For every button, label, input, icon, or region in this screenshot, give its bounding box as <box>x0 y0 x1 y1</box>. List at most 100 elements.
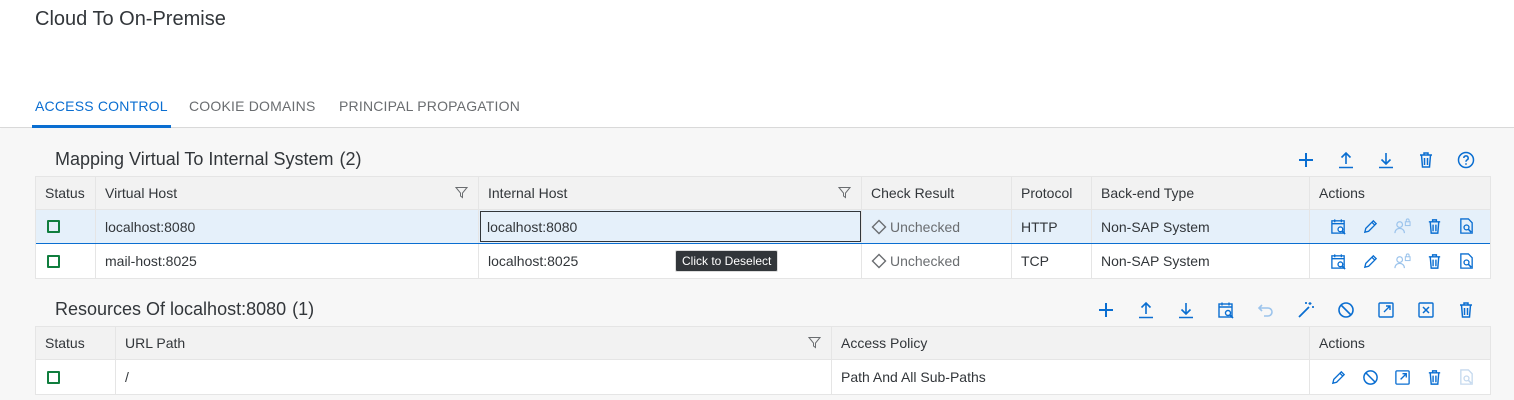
internal-host-cell[interactable]: localhost:8025 <box>479 244 862 278</box>
magic-wand-button[interactable] <box>1286 296 1326 324</box>
delete-icon <box>1426 369 1443 386</box>
tab-label: PRINCIPAL PROPAGATION <box>339 98 521 114</box>
table-header-row: Status URL Path Access Policy Actions <box>36 327 1490 360</box>
principal-button[interactable] <box>1386 249 1418 273</box>
column-header-label: Virtual Host <box>105 185 178 201</box>
status-cell <box>36 360 116 394</box>
column-header-protocol[interactable]: Protocol <box>1012 177 1092 209</box>
delete-button[interactable] <box>1418 365 1450 389</box>
undo-button[interactable] <box>1246 296 1286 324</box>
mapping-title-text: Mapping Virtual To Internal System <box>55 149 334 169</box>
help-button[interactable] <box>1446 146 1486 174</box>
tab-access-control[interactable]: ACCESS CONTROL <box>32 98 171 128</box>
principal-button[interactable] <box>1386 215 1418 239</box>
edit-icon <box>1330 369 1347 386</box>
column-header-backend-type[interactable]: Back-end Type <box>1092 177 1310 209</box>
column-header-status[interactable]: Status <box>36 177 96 209</box>
import-resources-button[interactable] <box>1126 296 1166 324</box>
disable-button[interactable] <box>1326 296 1366 324</box>
delete-button[interactable] <box>1418 249 1450 273</box>
row-actions <box>1310 244 1490 278</box>
check-availability-icon <box>1330 253 1347 270</box>
protocol-cell: HTTP <box>1012 210 1092 243</box>
import-mapping-button[interactable] <box>1326 146 1366 174</box>
inspect-icon <box>1458 218 1475 235</box>
disable-icon <box>1362 369 1379 386</box>
delete-icon <box>1426 218 1443 235</box>
inspect-icon <box>1458 253 1475 270</box>
column-header-access-policy[interactable]: Access Policy <box>832 327 1310 359</box>
status-indicator[interactable] <box>47 254 60 268</box>
tab-principal-propagation[interactable]: PRINCIPAL PROPAGATION <box>339 98 520 128</box>
edit-button[interactable] <box>1354 215 1386 239</box>
tab-cookie-domains[interactable]: COOKIE DOMAINS <box>189 98 315 128</box>
add-mapping-button[interactable] <box>1286 146 1326 174</box>
virtual-host-cell[interactable]: mail-host:8025 <box>96 244 479 278</box>
mapping-section-title: Mapping Virtual To Internal System (2) <box>55 149 361 170</box>
check-availability-button[interactable] <box>1322 249 1354 273</box>
column-header-label: Internal Host <box>488 185 568 201</box>
check-result-cell: Unchecked <box>862 244 1012 278</box>
check-availability-button[interactable] <box>1322 215 1354 239</box>
url-path-cell[interactable]: / <box>116 360 832 394</box>
check-availability-icon <box>1217 301 1235 319</box>
internal-host-cell[interactable]: localhost:8080 <box>479 210 862 243</box>
backend-type-cell: Non-SAP System <box>1092 244 1310 278</box>
column-header-status[interactable]: Status <box>36 327 116 359</box>
upload-icon <box>1137 301 1155 319</box>
upload-icon <box>1337 151 1355 169</box>
download-icon <box>1177 301 1195 319</box>
column-header-virtual-host[interactable]: Virtual Host <box>96 177 479 209</box>
page-title: Cloud To On-Premise <box>35 8 226 30</box>
check-result-text: Unchecked <box>890 253 961 269</box>
resources-section-title: Resources Of localhost:8080 (1) <box>55 299 314 320</box>
delete-icon <box>1417 151 1435 169</box>
check-availability-icon <box>1330 218 1347 235</box>
delete-all-mappings-button[interactable] <box>1406 146 1446 174</box>
magic-wand-icon <box>1297 301 1315 319</box>
inspect-button[interactable] <box>1450 215 1482 239</box>
inspect-button <box>1450 365 1482 389</box>
status-cell <box>36 244 96 278</box>
add-icon <box>1097 301 1115 319</box>
disable-button[interactable] <box>1354 365 1386 389</box>
principal-lock-icon <box>1394 218 1411 235</box>
open-icon <box>1394 369 1411 386</box>
table-row[interactable]: / Path And All Sub-Paths <box>36 360 1490 394</box>
column-header-actions: Actions <box>1319 185 1365 201</box>
edit-button[interactable] <box>1354 249 1386 273</box>
resources-toolbar <box>1086 296 1486 324</box>
inspect-button[interactable] <box>1450 249 1482 273</box>
export-mapping-button[interactable] <box>1366 146 1406 174</box>
status-indicator[interactable] <box>47 370 60 384</box>
open-button[interactable] <box>1386 365 1418 389</box>
diamond-icon <box>871 253 887 269</box>
open-button[interactable] <box>1366 296 1406 324</box>
delete-all-resources-button[interactable] <box>1446 296 1486 324</box>
status-indicator[interactable] <box>47 220 60 233</box>
resources-count: (1) <box>292 299 315 319</box>
column-header-url-path[interactable]: URL Path <box>116 327 832 359</box>
resources-title-text: Resources Of localhost:8080 <box>55 299 287 319</box>
header-bar: Cloud To On-Premise ACCESS CONTROL COOKI… <box>0 0 1514 128</box>
filter-icon <box>808 336 821 349</box>
tab-active-indicator <box>32 125 171 128</box>
cancel-icon <box>1417 301 1435 319</box>
check-availability-button[interactable] <box>1206 296 1246 324</box>
edit-button[interactable] <box>1322 365 1354 389</box>
column-header-internal-host[interactable]: Internal Host <box>479 177 862 209</box>
delete-button[interactable] <box>1418 215 1450 239</box>
add-resource-button[interactable] <box>1086 296 1126 324</box>
tooltip: Click to Deselect <box>675 250 779 272</box>
inspect-icon <box>1458 369 1475 386</box>
tab-label: ACCESS CONTROL <box>35 98 168 114</box>
cancel-button[interactable] <box>1406 296 1446 324</box>
table-header-row: Status Virtual Host Internal Host Check … <box>36 177 1490 210</box>
table-row[interactable]: localhost:8080 localhost:8080 Unchecked … <box>36 210 1490 244</box>
column-header-check-result[interactable]: Check Result <box>862 177 1012 209</box>
protocol-cell: TCP <box>1012 244 1092 278</box>
export-resources-button[interactable] <box>1166 296 1206 324</box>
edit-icon <box>1362 253 1379 270</box>
add-icon <box>1297 151 1315 169</box>
virtual-host-cell[interactable]: localhost:8080 <box>96 210 479 243</box>
